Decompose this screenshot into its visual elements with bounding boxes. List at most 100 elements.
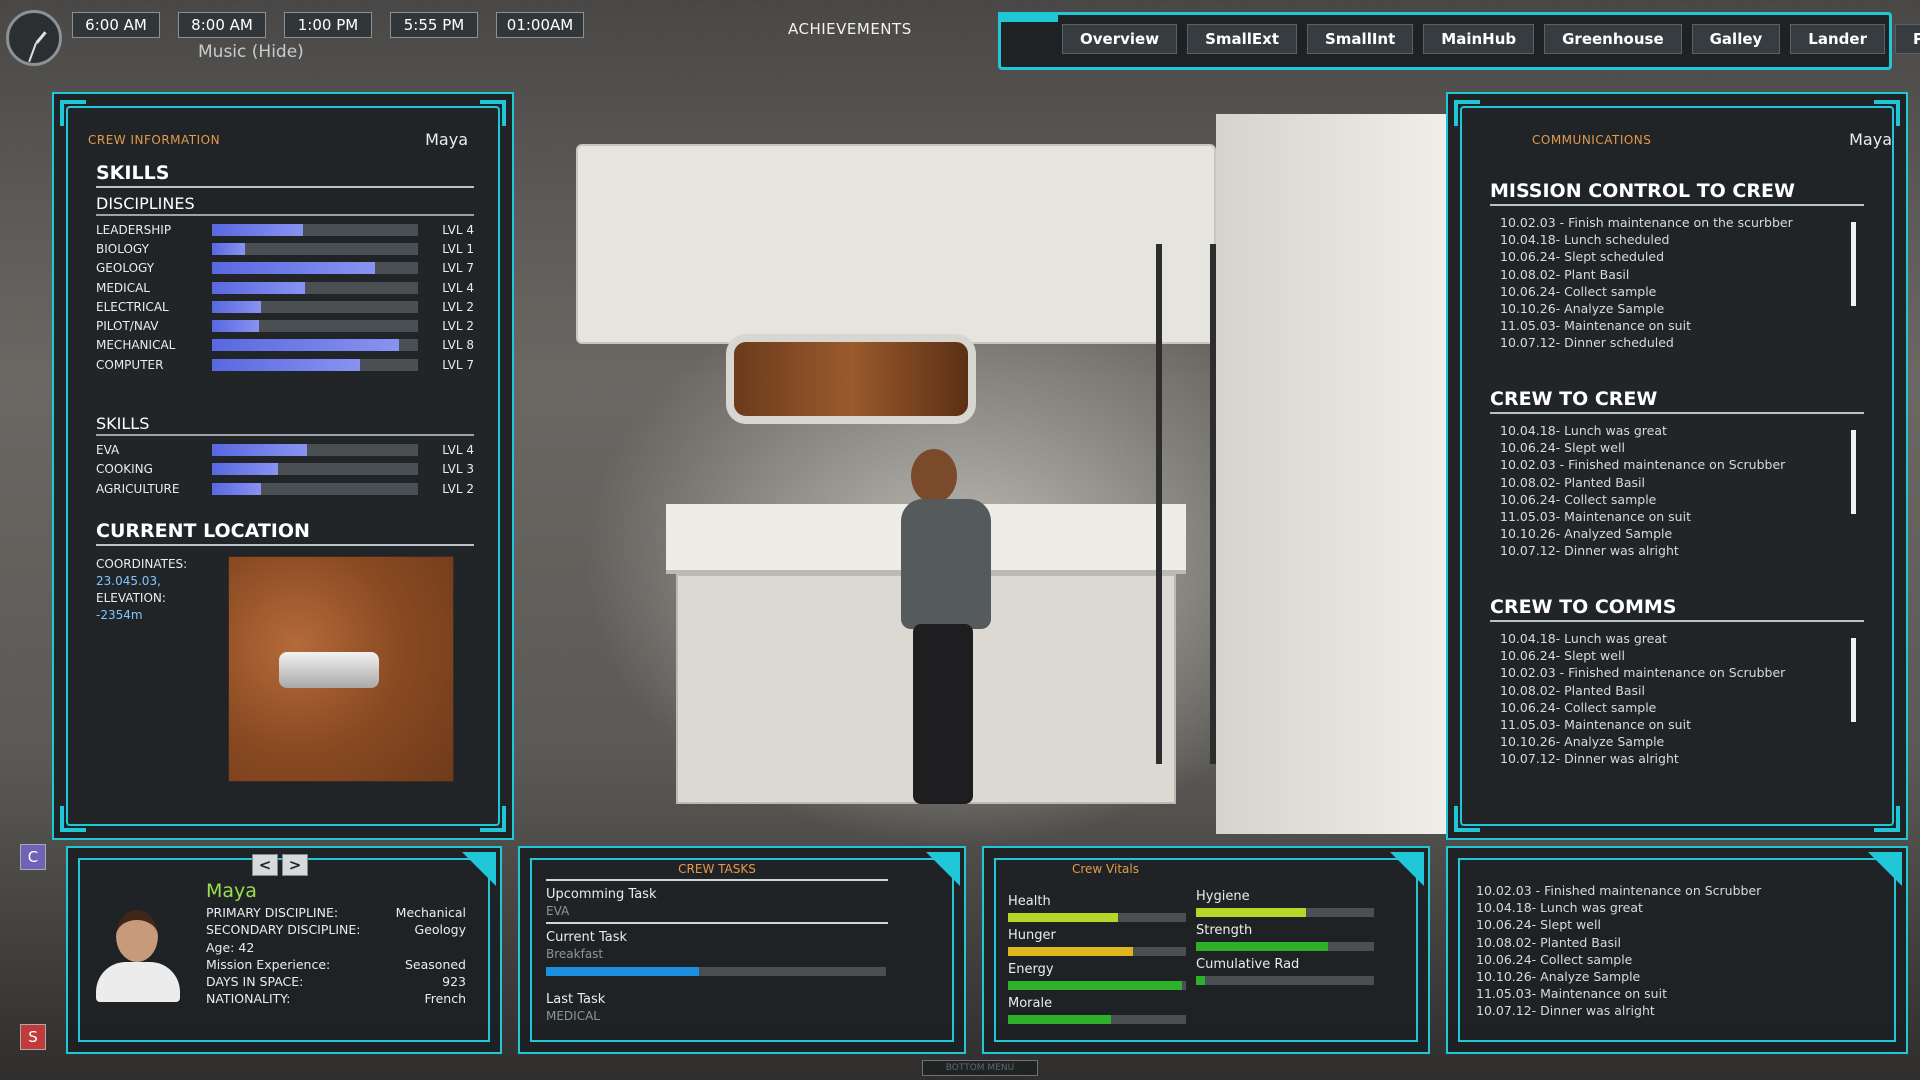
nav-tab-pev[interactable]: PEV bbox=[1894, 24, 1920, 54]
discipline-level: LVL 4 bbox=[442, 222, 474, 237]
profile-field: Mission Experience: Seasoned bbox=[206, 956, 466, 973]
message-item: 10.07.12- Dinner scheduled bbox=[1500, 335, 1674, 351]
vital-bar bbox=[1008, 947, 1186, 956]
upcoming-task-value: EVA bbox=[546, 904, 570, 918]
bar-fill bbox=[212, 320, 260, 333]
message-item: 10.10.26- Analyzed Sample bbox=[1500, 526, 1673, 542]
nav-tab-greenhouse[interactable]: Greenhouse bbox=[1544, 24, 1682, 54]
time-button-1[interactable]: 6:00 AM bbox=[72, 12, 160, 38]
time-button-4[interactable]: 5:55 PM bbox=[390, 12, 478, 38]
nav-tab-galley[interactable]: Galley bbox=[1691, 24, 1781, 54]
achievements-button[interactable]: ACHIEVEMENTS bbox=[788, 20, 912, 38]
crew-info-title: CREW INFORMATION bbox=[88, 132, 221, 147]
time-button-3[interactable]: 1:00 PM bbox=[284, 12, 372, 38]
character-torso bbox=[901, 499, 991, 629]
coordinates-value: 23.045.03, bbox=[96, 574, 161, 588]
message-item: 10.02.03 - Finished maintenance on Scrub… bbox=[1500, 457, 1786, 473]
vital-bar bbox=[1008, 981, 1186, 990]
coordinates-label: COORDINATES: bbox=[96, 557, 188, 571]
current-task-progress bbox=[546, 967, 886, 976]
scrollbar[interactable] bbox=[1851, 222, 1856, 306]
discipline-bar bbox=[212, 242, 418, 255]
scrollbar[interactable] bbox=[1851, 430, 1856, 514]
message-item: 11.05.03- Maintenance on suit bbox=[1476, 986, 1667, 1002]
coordinates-block: COORDINATES: 23.045.03, ELEVATION: -2354… bbox=[96, 556, 187, 624]
skill-name: EVA bbox=[96, 443, 120, 458]
message-item: 10.06.24- Slept well bbox=[1500, 648, 1625, 664]
vital-label: Strength bbox=[1196, 923, 1253, 938]
message-item: 10.06.24- Collect sample bbox=[1500, 699, 1657, 715]
skills-list: EVA LVL 4 COOKING LVL 3 AGRICULTURE LVL 2 bbox=[96, 440, 474, 498]
skill-row: EVA LVL 4 bbox=[96, 440, 474, 459]
skill-bar bbox=[212, 482, 418, 495]
crew-to-comms-section: CREW TO COMMS 10.04.18- Lunch was great 1… bbox=[1490, 596, 1864, 768]
upcoming-task-label: Upcomming Task bbox=[546, 887, 657, 902]
bar-fill bbox=[212, 300, 262, 313]
discipline-level: LVL 4 bbox=[442, 280, 474, 295]
clock-icon bbox=[6, 10, 62, 66]
discipline-row: MEDICAL LVL 4 bbox=[96, 278, 474, 297]
message-item: 11.05.03- Maintenance on suit bbox=[1500, 509, 1691, 525]
discipline-row: PILOT/NAV LVL 2 bbox=[96, 316, 474, 335]
vitals-title: Crew Vitals bbox=[1072, 862, 1139, 876]
progress-fill bbox=[546, 967, 699, 976]
message-item: 10.07.12- Dinner was alright bbox=[1476, 1003, 1655, 1019]
message-item: 10.04.18- Lunch scheduled bbox=[1500, 232, 1670, 248]
skill-bar bbox=[212, 444, 418, 457]
nav-tab-smallext[interactable]: SmallExt bbox=[1187, 24, 1297, 54]
time-button-5[interactable]: 01:00AM bbox=[496, 12, 584, 38]
crew-character[interactable] bbox=[891, 449, 1001, 809]
activity-log-list[interactable]: 10.02.03 - Finished maintenance on Scrub… bbox=[1476, 882, 1761, 1020]
profile-field: PRIMARY DISCIPLINE: Mechanical bbox=[206, 904, 466, 921]
elevation-label: ELEVATION: bbox=[96, 591, 166, 605]
frame-corner bbox=[1454, 100, 1480, 126]
vital-bar bbox=[1196, 908, 1374, 917]
vital-label: Health bbox=[1008, 894, 1051, 909]
message-item: 10.08.02- Planted Basil bbox=[1500, 682, 1645, 698]
disciplines-title: DISCIPLINES bbox=[96, 194, 474, 216]
c-shortcut-button[interactable]: C bbox=[20, 844, 46, 870]
vital-hygiene: Hygiene bbox=[1196, 889, 1374, 917]
skill-bar bbox=[212, 463, 418, 476]
habitat-wall bbox=[1216, 114, 1446, 834]
location-minimap[interactable] bbox=[228, 556, 454, 782]
nav-tab-smallint[interactable]: SmallInt bbox=[1307, 24, 1414, 54]
vital-label: Morale bbox=[1008, 996, 1053, 1011]
message-item: 11.05.03- Maintenance on suit bbox=[1500, 717, 1691, 733]
nav-tab-overview[interactable]: Overview bbox=[1062, 24, 1178, 54]
music-toggle[interactable]: Music (Hide) bbox=[198, 42, 304, 62]
mission-control-list[interactable]: 10.02.03 - Finish maintenance on the scu… bbox=[1490, 214, 1864, 352]
crew-to-comms-list[interactable]: 10.04.18- Lunch was great 10.06.24- Slept… bbox=[1490, 630, 1864, 768]
message-item: 10.10.26- Analyze Sample bbox=[1476, 969, 1641, 985]
message-item: 10.06.24- Slept well bbox=[1476, 917, 1601, 933]
skill-level: LVL 3 bbox=[442, 462, 474, 477]
nav-tab-mainhub[interactable]: MainHub bbox=[1423, 24, 1535, 54]
next-crew-button[interactable]: > bbox=[282, 854, 308, 876]
skills-subtitle: SKILLS bbox=[96, 414, 474, 437]
bar-fill bbox=[212, 444, 307, 457]
habitat-marker bbox=[279, 652, 379, 688]
message-item: 10.02.03 - Finished maintenance on Scrub… bbox=[1500, 665, 1786, 681]
vital-label: Energy bbox=[1008, 962, 1054, 977]
crew-to-crew-list[interactable]: 10.04.18- Lunch was great 10.06.24- Slept… bbox=[1490, 422, 1864, 560]
last-task-label: Last Task bbox=[546, 992, 606, 1007]
vital-label: Hunger bbox=[1008, 928, 1056, 943]
frame-corner bbox=[1390, 852, 1424, 886]
time-button-2[interactable]: 8:00 AM bbox=[178, 12, 266, 38]
nav-tab-lander[interactable]: Lander bbox=[1790, 24, 1885, 54]
message-item: 10.06.24- Collect sample bbox=[1476, 951, 1633, 967]
s-shortcut-button[interactable]: S bbox=[20, 1024, 46, 1050]
prev-crew-button[interactable]: < bbox=[252, 854, 278, 876]
scrollbar[interactable] bbox=[1851, 638, 1856, 722]
bar-fill bbox=[212, 242, 245, 255]
character-legs bbox=[913, 624, 973, 804]
vital-fill bbox=[1196, 976, 1205, 985]
skill-row: AGRICULTURE LVL 2 bbox=[96, 479, 474, 498]
field-value: Geology bbox=[414, 922, 466, 938]
frame-corner bbox=[480, 100, 506, 126]
message-item: 10.06.24- Collect sample bbox=[1500, 283, 1657, 299]
message-item: 10.04.18- Lunch was great bbox=[1500, 631, 1667, 646]
field-label: DAYS IN SPACE: bbox=[206, 974, 304, 990]
bottom-menu-button[interactable]: BOTTOM MENU bbox=[922, 1060, 1038, 1076]
discipline-name: PILOT/NAV bbox=[96, 319, 159, 334]
